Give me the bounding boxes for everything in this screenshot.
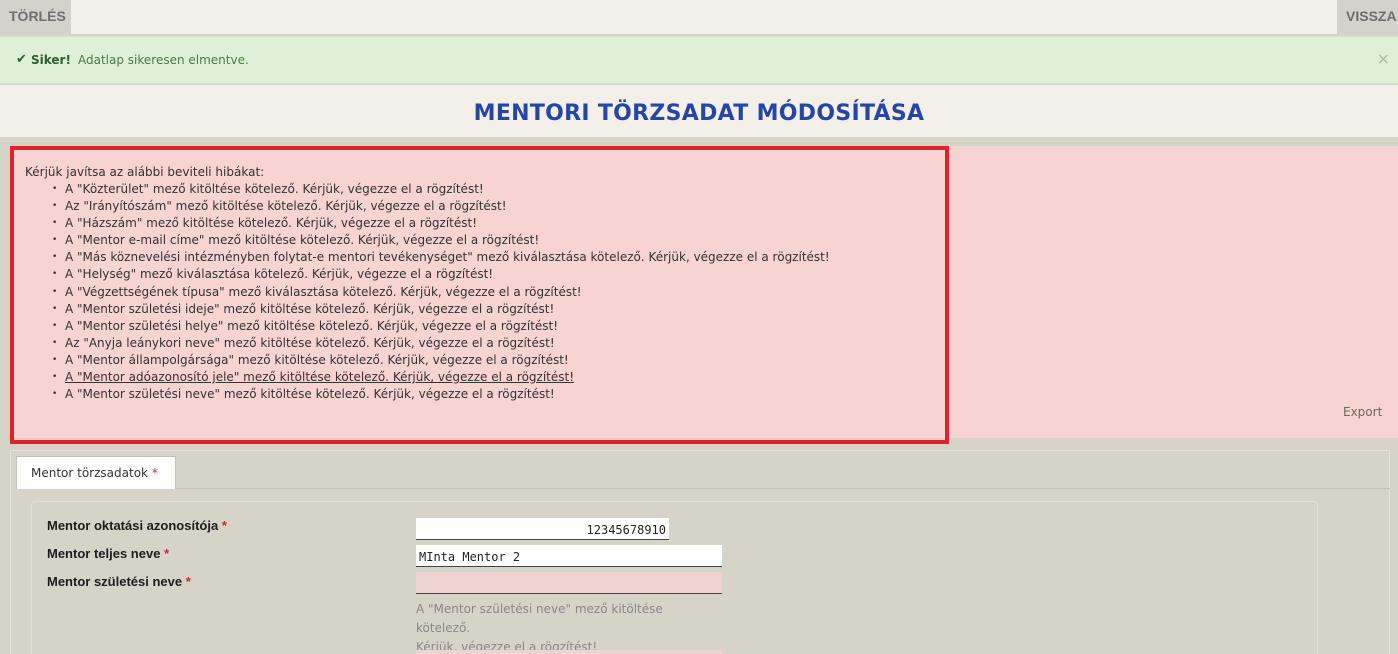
field-error-message: A "Mentor születési neve" mező kitöltése… — [416, 602, 663, 654]
error-item: A "Helység" mező kiválasztása kötelező. … — [50, 266, 830, 283]
alert-message: Adatlap sikeresen elmentve. — [78, 53, 249, 67]
export-link[interactable]: Export — [1343, 405, 1382, 419]
tab-label: Mentor törzsadatok — [31, 466, 148, 480]
next-field-input[interactable] — [416, 650, 722, 654]
error-item: A "Mentor e-mail címe" mező kitöltése kö… — [50, 232, 830, 249]
error-intro: Kérjük javítsa az alábbi beviteli hibáka… — [25, 165, 265, 179]
check-icon: ✔ — [16, 52, 27, 67]
back-button[interactable]: VISSZA — [1337, 0, 1398, 34]
error-list: A "Közterület" mező kitöltése kötelező. … — [50, 181, 830, 403]
teljes-nev-input[interactable] — [416, 545, 722, 567]
error-item: A "Házszám" mező kitöltése kötelező. Kér… — [50, 215, 830, 232]
page-title: MENTORI TÖRZSADAT MÓDOSÍTÁSA — [473, 101, 925, 126]
required-mark: * — [221, 518, 227, 533]
error-item-link[interactable]: A "Mentor adóazonosító jele" mező kitölt… — [50, 369, 830, 386]
error-item: A "Mentor születési neve" mező kitöltése… — [50, 386, 830, 403]
alert-strong: Siker! — [31, 53, 71, 67]
close-icon[interactable]: × — [1377, 49, 1390, 68]
required-mark: * — [164, 546, 170, 561]
error-item: A "Közterület" mező kitöltése kötelező. … — [50, 181, 830, 198]
required-mark: * — [185, 574, 191, 589]
error-item: A "Végzettségének típusa" mező kiválaszt… — [50, 284, 830, 301]
field-label-oktatasi-azonosito: Mentor oktatási azonosítója * — [47, 518, 227, 533]
title-bar: MENTORI TÖRZSADAT MÓDOSÍTÁSA — [0, 85, 1398, 137]
delete-button[interactable]: TÖRLÉS — [0, 0, 71, 34]
success-alert: ✔ Siker! Adatlap sikeresen elmentve. × — [0, 36, 1398, 84]
error-item: A "Mentor állampolgársága" mező kitöltés… — [50, 352, 830, 369]
required-mark: * — [151, 466, 158, 480]
error-item: Az "Irányítószám" mező kitöltése kötelez… — [50, 198, 830, 215]
oktatasi-azonosito-input[interactable] — [416, 518, 669, 540]
error-item: Az "Anyja leánykori neve" mező kitöltése… — [50, 335, 830, 352]
szuletesi-nev-input[interactable] — [416, 572, 722, 594]
field-label-szuletesi-nev: Mentor születési neve * — [47, 574, 191, 589]
top-toolbar: TÖRLÉS VISSZA — [0, 0, 1398, 34]
error-item: A "Mentor születési ideje" mező kitöltés… — [50, 301, 830, 318]
error-item: A "Más köznevelési intézményben folytat-… — [50, 249, 830, 266]
tab-mentor-torzsadatok[interactable]: Mentor törzsadatok * — [16, 456, 176, 489]
tab-divider — [16, 488, 1390, 489]
error-item: A "Mentor születési helye" mező kitöltés… — [50, 318, 830, 335]
field-label-teljes-nev: Mentor teljes neve * — [47, 546, 170, 561]
